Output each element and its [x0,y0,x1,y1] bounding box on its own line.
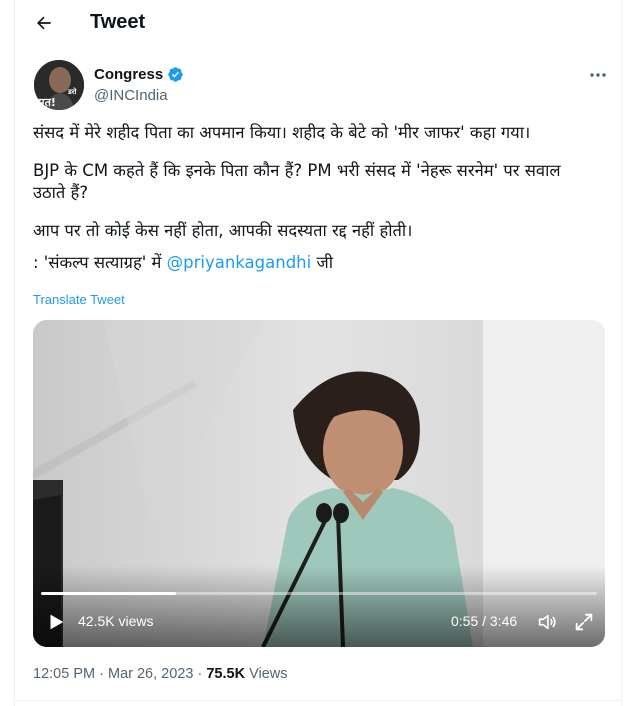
expand-icon [575,613,593,631]
tweet-views-label: Views [249,666,288,682]
tweet-page: Tweet डरो मत! Congress @INCIndia संसद मे… [14,0,622,706]
play-button[interactable] [45,611,67,633]
tweet-views-count: 75.5K [206,666,246,682]
tweet-date[interactable]: Mar 26, 2023 [108,666,193,682]
mention-link[interactable]: @priyankagandhi [167,253,312,272]
fullscreen-button[interactable] [573,611,595,633]
author-display-name: Congress [94,66,164,83]
avatar[interactable]: डरो मत! [34,60,84,110]
video-progress-bar[interactable] [41,592,597,595]
tweet-line-1: संसद में मेरे शहीद पिता का अपमान किया। श… [33,123,531,142]
video-progress-fill [41,592,177,595]
svg-text:डरो: डरो [67,87,78,96]
divider [15,700,621,701]
tweet-body: संसद में मेरे शहीद पिता का अपमान किया। श… [33,122,593,290]
avatar-image: डरो मत! [34,60,84,110]
video-player[interactable]: 42.5K views 0:55 / 3:46 [33,320,605,647]
translate-tweet-link[interactable]: Translate Tweet [33,292,125,307]
tweet-line-4: : 'संकल्प सत्याग्रह' में @priyankagandhi… [33,252,593,274]
tweet-meta: 12:05 PM · Mar 26, 2023 · 75.5K Views [33,666,288,682]
more-options-button[interactable] [583,62,613,88]
arrow-left-icon [37,16,51,30]
play-icon [50,614,64,630]
author-name[interactable]: Congress [94,66,184,83]
page-title: Tweet [90,11,146,33]
video-controls: 42.5K views 0:55 / 3:46 [33,597,605,647]
tweet-line-2: BJP के CM कहते हैं कि इनके पिता कौन हैं?… [33,161,561,202]
tweet-line-3: आप पर तो कोई केस नहीं होता, आपकी सदस्यता… [33,221,413,240]
tweet-time[interactable]: 12:05 PM [33,666,95,682]
speaker-icon [538,614,556,630]
video-view-count: 42.5K views [78,613,154,629]
verified-badge-icon [168,67,183,82]
meta-separator: · [197,666,203,682]
video-timestamp: 0:55 / 3:46 [451,613,518,629]
svg-text:मत!: मत! [37,96,56,109]
back-button[interactable] [29,8,59,38]
meta-separator: · [99,666,104,682]
volume-button[interactable] [536,611,558,633]
tweet-line-4-suffix: जी [311,253,333,272]
header-bar: Tweet [15,0,621,46]
tweet-line-4-prefix: : 'संकल्प सत्याग्रह' में [33,253,167,272]
author-handle[interactable]: @INCIndia [94,87,168,104]
more-dots-icon [590,73,606,77]
